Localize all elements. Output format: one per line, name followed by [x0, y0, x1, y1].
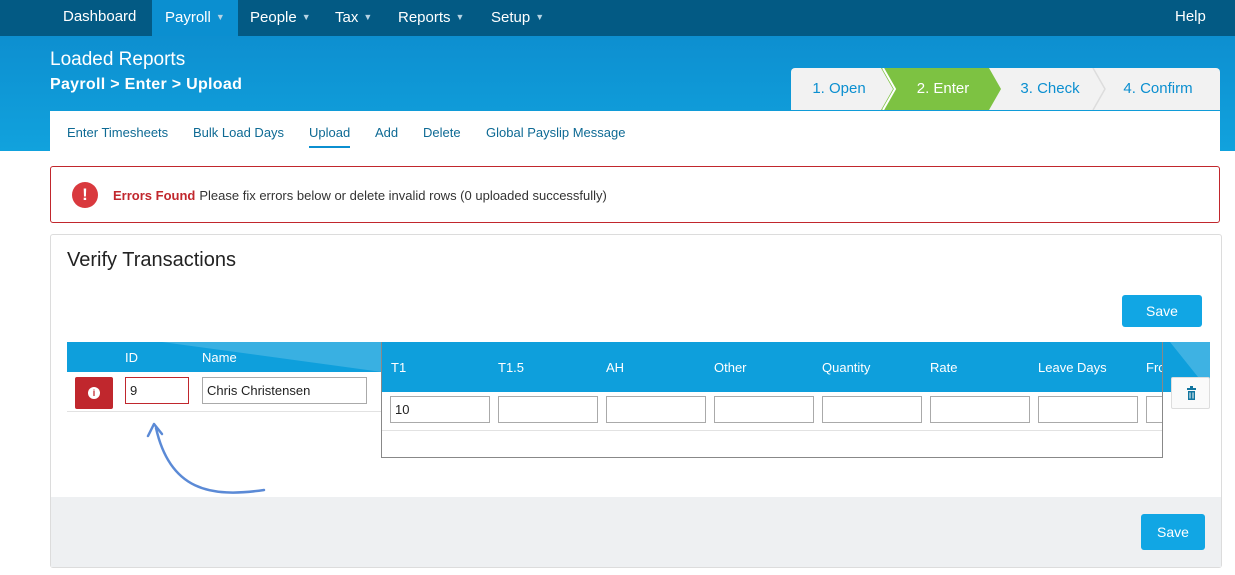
error-message: Errors Found Please fix errors below or d… [113, 188, 607, 203]
trash-icon [1187, 386, 1196, 400]
id-field[interactable] [125, 377, 189, 404]
error-detail: Please fix errors below or delete invali… [199, 188, 607, 203]
nav-reports[interactable]: Reports ▼ [384, 0, 478, 36]
rate-field[interactable] [930, 396, 1030, 423]
nav-tax-label: Tax [335, 9, 359, 26]
nav-help-label: Help [1175, 8, 1206, 25]
nav-people-label: People [250, 9, 297, 26]
nav-help[interactable]: Help [1175, 0, 1215, 36]
exclamation-circle-icon: ! [72, 182, 98, 208]
nav-setup[interactable]: Setup ▼ [478, 0, 558, 36]
caret-down-icon: ▼ [301, 12, 311, 22]
column-header-id: ID [125, 350, 138, 365]
column-header-rate: Rate [930, 360, 958, 375]
nav-payroll-label: Payroll [165, 9, 211, 26]
caret-down-icon: ▼ [363, 12, 373, 22]
header-diagonal-decoration [162, 342, 382, 372]
tab-upload[interactable]: Upload [309, 125, 351, 148]
column-header-ah: AH [606, 360, 625, 375]
column-header-name: Name [202, 350, 237, 365]
tab-bulk-load-days[interactable]: Bulk Load Days [193, 125, 284, 140]
annotation-arrow [146, 422, 266, 494]
wizard-step-enter[interactable]: 2. Enter [895, 68, 991, 110]
nav-dashboard[interactable]: Dashboard [50, 0, 152, 36]
sub-navigation: Enter Timesheets Bulk Load Days Upload A… [50, 111, 1220, 151]
name-field[interactable] [202, 377, 367, 404]
wizard-step-open[interactable]: 1. Open [791, 68, 887, 110]
nav-payroll[interactable]: Payroll ▼ [152, 0, 238, 36]
error-title: Errors Found [113, 188, 196, 203]
column-header-fro: Fro [1146, 360, 1162, 375]
verify-transactions-title: Verify Transactions [67, 249, 236, 271]
annotation-arrow-head [146, 422, 164, 438]
wizard-step-confirm[interactable]: 4. Confirm [1107, 68, 1209, 110]
column-header-t1: T1 [391, 360, 407, 375]
column-header-other: Other [714, 360, 747, 375]
delete-row-button[interactable] [1171, 377, 1210, 409]
row-error-info-button[interactable]: i [75, 377, 113, 409]
wizard-step-check[interactable]: 3. Check [1001, 68, 1099, 110]
fro-field[interactable] [1146, 396, 1162, 423]
t1-5-field[interactable] [498, 396, 598, 423]
save-button-top[interactable]: Save [1122, 295, 1202, 327]
caret-down-icon: ▼ [455, 12, 465, 22]
row-divider [382, 430, 1162, 431]
wizard-steps: 1. Open 2. Enter 3. Check 4. Confirm [791, 68, 1220, 110]
t1-field[interactable] [390, 396, 490, 423]
nav-setup-label: Setup [491, 9, 531, 26]
info-icon: i [88, 387, 100, 399]
tab-delete[interactable]: Delete [423, 125, 461, 140]
nav-people[interactable]: People ▼ [238, 0, 322, 36]
other-field[interactable] [714, 396, 814, 423]
tab-enter-timesheets[interactable]: Enter Timesheets [67, 125, 168, 140]
top-navbar: Dashboard Payroll ▼ People ▼ Tax ▼ Reports ▼… [0, 0, 1235, 36]
column-header-quantity: Quantity [822, 360, 871, 375]
caret-down-icon: ▼ [535, 12, 545, 22]
ah-field[interactable] [606, 396, 706, 423]
error-alert: ! Errors Found Please fix errors below or… [50, 166, 1220, 223]
nav-tax[interactable]: Tax ▼ [322, 0, 384, 36]
tab-add[interactable]: Add [375, 125, 398, 140]
caret-down-icon: ▼ [215, 12, 225, 22]
tab-global-payslip-message[interactable]: Global Payslip Message [486, 125, 625, 140]
page-title: Loaded Reports [50, 49, 186, 70]
quantity-field[interactable] [822, 396, 922, 423]
save-button-bottom[interactable]: Save [1141, 514, 1205, 550]
annotation-arrow-line [154, 426, 266, 494]
nav-dashboard-label: Dashboard [63, 8, 137, 25]
column-header-leave-days: Leave Days [1038, 360, 1107, 375]
table-header-scroll: T1 T1.5 AH Other Quantity Rate Leave Day… [382, 342, 1162, 392]
nav-reports-label: Reports [398, 9, 451, 26]
breadcrumb: Payroll > Enter > Upload [50, 76, 243, 93]
leave-days-field[interactable] [1038, 396, 1138, 423]
row-divider [67, 411, 382, 412]
column-header-t1-5: T1.5 [498, 360, 525, 375]
table-scroll-area[interactable]: T1 T1.5 AH Other Quantity Rate Leave Day… [381, 342, 1163, 458]
table-header-fixed: ID Name [67, 342, 382, 372]
